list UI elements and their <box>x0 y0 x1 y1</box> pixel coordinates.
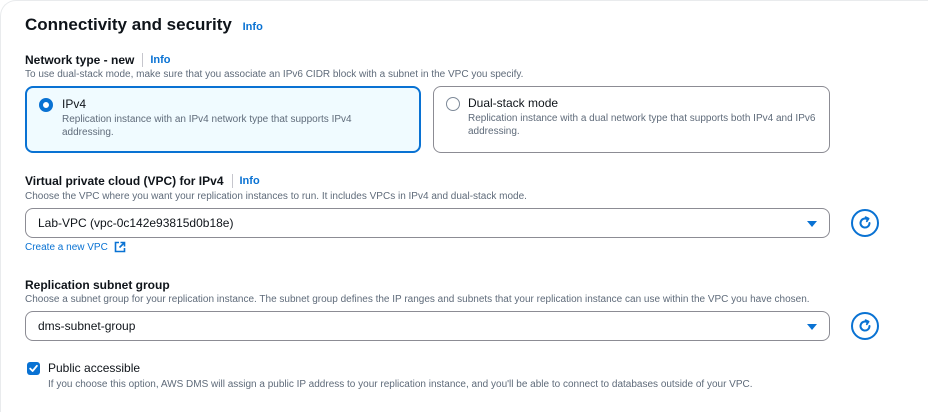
vpc-label-text: Virtual private cloud (VPC) for IPv4 <box>25 174 224 188</box>
option-dual-stack-description: Replication instance with a dual network… <box>468 113 816 137</box>
subnet-group-select-value: dms-subnet-group <box>38 319 136 333</box>
section-info-link[interactable]: Info <box>243 21 263 33</box>
subnet-group-label-text: Replication subnet group <box>25 278 170 292</box>
external-link-icon <box>114 241 126 253</box>
public-accessible-checkbox[interactable] <box>27 362 40 375</box>
network-type-label-text: Network type - new <box>25 53 135 67</box>
refresh-icon <box>859 319 871 332</box>
caret-down-icon <box>807 324 817 330</box>
network-type-info-link[interactable]: Info <box>150 54 170 66</box>
network-type-label: Network type - new Info <box>25 53 171 67</box>
radio-unselected-icon[interactable] <box>446 97 460 111</box>
caret-down-icon <box>807 221 817 227</box>
vpc-select[interactable]: Lab-VPC (vpc-0c142e93815d0b18e) <box>25 208 830 238</box>
vpc-label: Virtual private cloud (VPC) for IPv4 Inf… <box>25 174 260 188</box>
refresh-icon <box>859 216 871 229</box>
subnet-group-description: Choose a subnet group for your replicati… <box>25 294 810 305</box>
label-separator <box>142 53 144 67</box>
option-dual-stack-title: Dual-stack mode <box>468 96 559 110</box>
vpc-select-value: Lab-VPC (vpc-0c142e93815d0b18e) <box>38 216 234 230</box>
section-title-text: Connectivity and security <box>25 15 232 34</box>
public-accessible-description: If you choose this option, AWS DMS will … <box>48 379 753 390</box>
checkmark-icon <box>29 364 38 372</box>
option-ipv4-description: Replication instance with an IPv4 networ… <box>62 114 352 138</box>
subnet-group-select[interactable]: dms-subnet-group <box>25 311 830 341</box>
subnet-group-label: Replication subnet group <box>25 278 170 292</box>
connectivity-security-panel: Connectivity and security Info Network t… <box>0 0 928 412</box>
radio-selected-icon[interactable] <box>39 98 53 112</box>
public-accessible-label[interactable]: Public accessible <box>48 361 140 375</box>
vpc-refresh-button[interactable] <box>851 209 879 237</box>
network-type-description: To use dual-stack mode, make sure that y… <box>25 69 524 80</box>
create-vpc-link[interactable]: Create a new VPC <box>25 241 126 253</box>
network-type-option-dual-stack[interactable]: Dual-stack mode Replication instance wit… <box>433 86 830 153</box>
label-separator <box>231 174 233 188</box>
vpc-description: Choose the VPC where you want your repli… <box>25 191 527 202</box>
create-vpc-link-text[interactable]: Create a new VPC <box>25 242 108 253</box>
network-type-option-ipv4[interactable]: IPv4 Replication instance with an IPv4 n… <box>25 86 421 153</box>
vpc-info-link[interactable]: Info <box>240 175 260 187</box>
section-title: Connectivity and security Info <box>25 15 263 35</box>
option-ipv4-title: IPv4 <box>62 97 87 111</box>
subnet-group-refresh-button[interactable] <box>851 312 879 340</box>
